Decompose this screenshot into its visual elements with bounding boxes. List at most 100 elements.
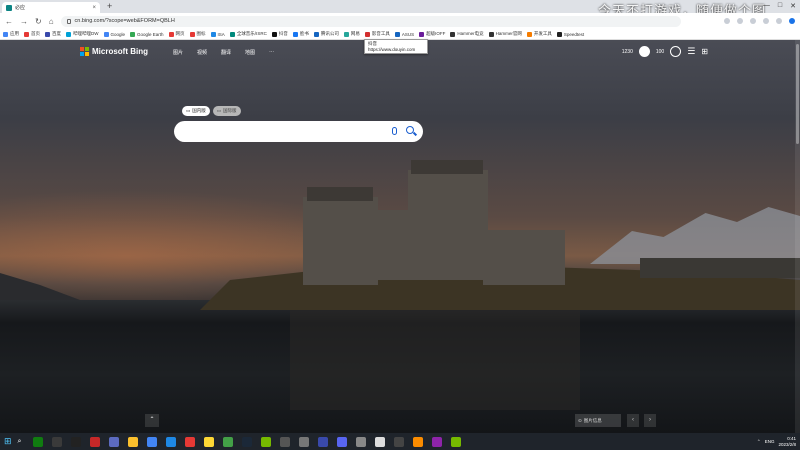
scroll-up-button[interactable]: ⌃ (145, 414, 159, 427)
bookmark-item[interactable]: 应用 (3, 31, 19, 37)
taskbar-app-mic-app-icon[interactable] (90, 436, 101, 447)
taskbar-app-capcut-icon[interactable] (71, 436, 82, 447)
taskbar-app-wechat-icon[interactable] (223, 436, 234, 447)
tab-bing[interactable]: 必应 × (2, 2, 100, 13)
bookmark-item[interactable]: Google Earth (130, 31, 164, 37)
bookmark-favicon-icon (103, 31, 109, 37)
taskbar-app-pencil-icon[interactable] (109, 436, 120, 447)
mountain-background (590, 207, 800, 264)
bookmark-item[interactable]: 哔哩哔哩DW (66, 31, 99, 37)
taskbar-app-nvidia-2-icon[interactable] (451, 436, 462, 447)
taskbar-app-app-5-icon[interactable] (413, 436, 424, 447)
bookmark-item[interactable]: 网易 (343, 31, 360, 37)
taskbar-app-chrome-icon[interactable] (147, 436, 158, 447)
microphone-icon[interactable] (392, 127, 397, 135)
bookmark-item[interactable]: ASUS (394, 31, 414, 37)
image-info-button[interactable]: ⊙ 图片信息 (575, 414, 621, 427)
search-icon[interactable] (406, 126, 414, 134)
bing-header-right: 1230 100 ☰ ⊞ (622, 46, 708, 57)
bookmark-item[interactable]: 开发工具 (526, 31, 552, 37)
bookmark-item[interactable]: 首页 (24, 31, 40, 37)
bookmark-item[interactable]: Hammer官网 (488, 31, 522, 37)
bookmark-item[interactable]: Hammer电竞 (450, 31, 484, 37)
microsoft-logo-icon (80, 47, 89, 56)
minimize-icon[interactable]: — (763, 2, 770, 10)
taskbar-app-steam-icon[interactable] (242, 436, 253, 447)
clock[interactable]: 0:41 2023/2/8 (778, 436, 796, 447)
tray-lang[interactable]: ENG (765, 439, 775, 444)
bookmark-star-icon[interactable] (737, 18, 743, 24)
taskbar-app-speed-icon[interactable] (318, 436, 329, 447)
reload-icon[interactable]: ↻ (35, 17, 42, 26)
next-image-button[interactable]: › (644, 414, 656, 427)
bookmark-item[interactable]: 腾讯公司 (313, 31, 339, 37)
taskbar-app-xbox-icon[interactable] (33, 436, 44, 447)
monitor-icon: ▭ (216, 108, 222, 113)
points-text[interactable]: 1230 (622, 49, 633, 55)
profile-avatar[interactable] (789, 18, 795, 24)
rewards-icon[interactable] (670, 46, 682, 57)
taskbar-app-discord-icon[interactable] (337, 436, 348, 447)
maximize-icon[interactable]: □ (778, 2, 782, 10)
tray-arrow-icon[interactable]: ⌃ (757, 439, 761, 445)
bookmark-label: 百度 (52, 31, 61, 36)
bookmark-item[interactable]: 影音工具 (364, 31, 390, 37)
lock-icon[interactable] (66, 18, 71, 24)
address-bar[interactable]: cn.bing.com/?scope=web&FORM=QBLH (60, 15, 681, 27)
clock-date: 2023/2/8 (778, 441, 796, 447)
close-window-icon[interactable]: ✕ (790, 2, 796, 10)
scrollbar-thumb[interactable] (796, 44, 799, 144)
back-icon[interactable]: ← (5, 17, 13, 26)
home-icon[interactable]: ⌂ (49, 17, 54, 26)
bookmark-item[interactable]: 百度 (45, 31, 61, 37)
sidebar-icon[interactable] (776, 18, 782, 24)
tooltip-url: https://www.douyin.com (368, 47, 416, 52)
taskbar-app-app-3-icon[interactable] (356, 436, 367, 447)
stone-bridge (640, 258, 800, 278)
windows-start-icon[interactable]: ⊞ (4, 436, 12, 447)
extension-icon[interactable] (750, 18, 756, 24)
taskbar-app-photos-icon[interactable] (166, 436, 177, 447)
menu-icon[interactable]: ☰ (687, 46, 695, 57)
search-input[interactable] (174, 121, 423, 142)
tab-international[interactable]: ▭ 国际版 (212, 106, 241, 116)
bookmark-item[interactable]: 脸书 (292, 31, 309, 37)
extensions-puzzle-icon[interactable] (763, 18, 769, 24)
bookmark-item[interactable]: Google (103, 31, 126, 37)
taskbar-app-app-6-icon[interactable] (432, 436, 443, 447)
bookmark-item[interactable]: ISA (210, 31, 225, 37)
bookmark-label: Google (110, 31, 126, 37)
nav-translate[interactable]: 翻译 (221, 49, 231, 56)
taskbar-app-obs-icon[interactable] (52, 436, 63, 447)
search-taskbar-icon[interactable]: ⌕ (18, 438, 22, 446)
taskbar-app-netease-music-icon[interactable] (185, 436, 196, 447)
bookmark-item[interactable]: 全球音乐/ISRC (229, 31, 267, 37)
bing-logo[interactable]: Microsoft Bing (80, 47, 148, 56)
previous-image-button[interactable]: ‹ (627, 414, 639, 427)
taskbar-app-app-2-icon[interactable] (299, 436, 310, 447)
nav-videos[interactable]: 视频 (197, 49, 207, 56)
taskbar-app-explorer-icon[interactable] (128, 436, 139, 447)
taskbar-app-roblox-icon[interactable] (375, 436, 386, 447)
bookmark-item[interactable]: 图标 (189, 31, 206, 37)
bookmark-item[interactable]: 抖音 (271, 31, 288, 37)
nav-maps[interactable]: 地图 (245, 49, 255, 56)
taskbar-app-nvidia-icon[interactable] (261, 436, 272, 447)
bookmark-item[interactable]: 超级IOFF (419, 31, 445, 37)
share-icon[interactable] (724, 18, 730, 24)
taskbar-app-app-4-icon[interactable] (394, 436, 405, 447)
rewards-count[interactable]: 100 (656, 49, 664, 55)
taskbar-app-chat-icon[interactable] (204, 436, 215, 447)
close-tab-icon[interactable]: × (92, 5, 96, 11)
user-avatar[interactable] (638, 46, 650, 57)
forward-icon[interactable]: → (20, 17, 28, 26)
bookmark-item[interactable]: 网页 (168, 31, 185, 37)
nav-images[interactable]: 图片 (173, 49, 183, 56)
new-tab-button[interactable]: + (107, 1, 112, 12)
tab-domestic[interactable]: ▭ 国内版 (182, 106, 210, 116)
taskbar-app-app-1-icon[interactable] (280, 436, 291, 447)
apps-grid-icon[interactable]: ⊞ (701, 47, 708, 56)
bookmark-item[interactable]: Speedtest (556, 31, 584, 37)
page-scrollbar[interactable] (795, 40, 800, 433)
nav-more[interactable]: ··· (269, 49, 274, 56)
